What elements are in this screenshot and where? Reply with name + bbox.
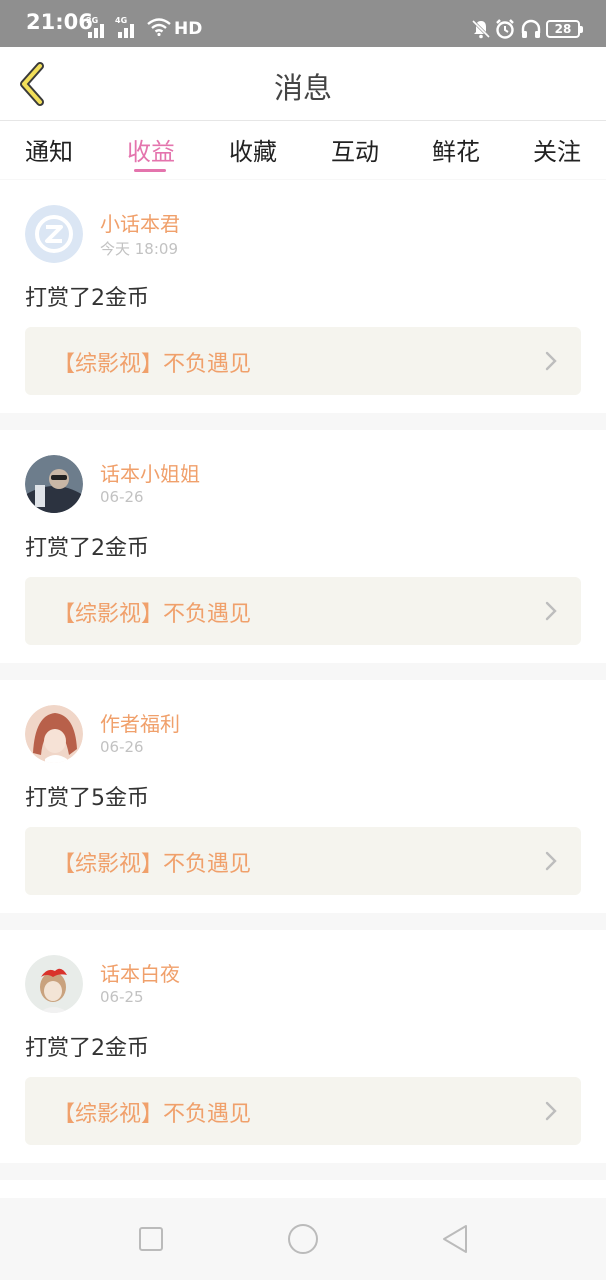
sender-name[interactable]: 话本小姐姐 (100, 458, 200, 487)
chevron-right-icon (545, 851, 557, 871)
message-time: 06-25 (100, 988, 144, 1006)
home-icon[interactable] (286, 1222, 320, 1256)
next-card-edge (0, 1180, 606, 1198)
z-logo-icon (25, 205, 83, 263)
book-link[interactable]: 【综影视】不负遇见 (25, 327, 581, 395)
book-link[interactable]: 【综影视】不负遇见 (25, 827, 581, 895)
chevron-right-icon (545, 601, 557, 621)
book-link[interactable]: 【综影视】不负遇见 (25, 1077, 581, 1145)
message-text: 打赏了2金币 (25, 286, 149, 311)
avatar[interactable] (25, 205, 83, 263)
message-tabs: 通知 收益 收藏 互动 鲜花 关注 (0, 121, 606, 179)
message-card: 话本白夜 06-25 打赏了2金币 【综影视】不负遇见 (0, 930, 606, 1163)
chevron-right-icon (545, 351, 557, 371)
recent-apps-icon[interactable] (134, 1222, 168, 1256)
book-title: 【综影视】不负遇见 (53, 852, 252, 877)
tab-flowers[interactable]: 鲜花 (421, 132, 491, 167)
signal-icon (114, 20, 138, 38)
message-text: 打赏了5金币 (25, 786, 149, 811)
status-time: 21:06 (26, 10, 93, 34)
sender-name[interactable]: 作者福利 (100, 708, 180, 737)
user-photo-icon (25, 705, 83, 763)
book-title: 【综影视】不负遇见 (53, 352, 252, 377)
tab-favorites[interactable]: 收藏 (218, 132, 288, 167)
signal-icon (84, 20, 108, 38)
status-bar: 21:06 2G 4G HD 28 (0, 0, 606, 47)
message-time: 今天 18:09 (100, 240, 178, 258)
message-time: 06-26 (100, 738, 144, 756)
tab-interaction[interactable]: 互动 (320, 132, 390, 167)
wifi-icon (147, 18, 171, 36)
headphones-icon (521, 19, 541, 38)
message-card: 小话本君 今天 18:09 打赏了2金币 【综影视】不负遇见 (0, 180, 606, 413)
tab-notice[interactable]: 通知 (14, 132, 84, 167)
system-nav-bar (0, 1198, 606, 1280)
avatar[interactable] (25, 955, 83, 1013)
message-time: 06-26 (100, 488, 144, 506)
avatar[interactable] (25, 455, 83, 513)
app-header: 消息 (0, 47, 606, 121)
chevron-right-icon (545, 1101, 557, 1121)
user-photo-icon (25, 455, 83, 513)
hd-label: HD (174, 19, 203, 39)
message-card: 作者福利 06-26 打赏了5金币 【综影视】不负遇见 (0, 680, 606, 913)
message-text: 打赏了2金币 (25, 536, 149, 561)
alarm-icon (496, 19, 514, 39)
sender-name[interactable]: 话本白夜 (100, 958, 180, 987)
sender-name[interactable]: 小话本君 (100, 208, 180, 237)
user-photo-icon (25, 955, 83, 1013)
tab-earnings[interactable]: 收益 (116, 132, 186, 167)
avatar[interactable] (25, 705, 83, 763)
back-triangle-icon[interactable] (438, 1222, 472, 1256)
message-text: 打赏了2金币 (25, 1036, 149, 1061)
book-title: 【综影视】不负遇见 (53, 602, 252, 627)
message-card: 话本小姐姐 06-26 打赏了2金币 【综影视】不负遇见 (0, 430, 606, 663)
book-title: 【综影视】不负遇见 (53, 1102, 252, 1127)
tab-following[interactable]: 关注 (522, 132, 592, 167)
page-title: 消息 (273, 71, 332, 105)
active-tab-indicator (134, 169, 166, 172)
battery-indicator: 28 (546, 20, 583, 38)
mute-bell-icon (471, 19, 491, 39)
book-link[interactable]: 【综影视】不负遇见 (25, 577, 581, 645)
